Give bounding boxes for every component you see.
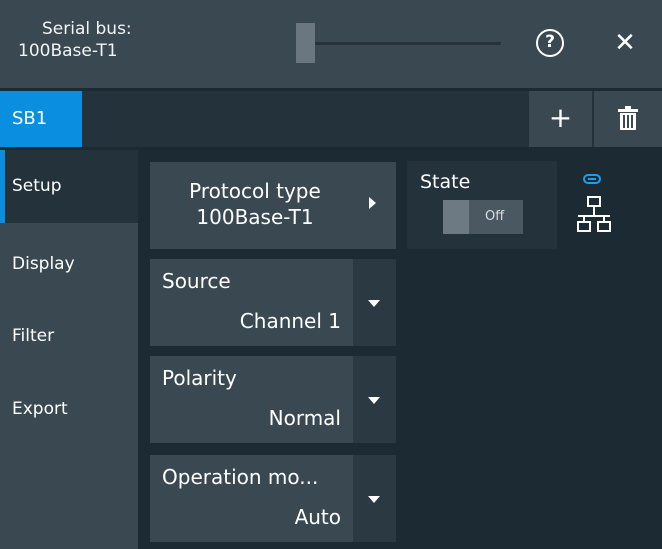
chevron-down-icon xyxy=(368,299,380,307)
sidebar-item-setup[interactable]: Setup xyxy=(0,150,138,223)
source-label: Source xyxy=(162,269,231,293)
polarity-value: Normal xyxy=(268,406,341,430)
add-tab-button[interactable]: + xyxy=(529,91,592,147)
network-icon xyxy=(577,196,611,232)
sidebar-item-export[interactable]: Export xyxy=(0,373,138,446)
dialog-title: Serial bus: 100Base-T1 xyxy=(18,18,178,62)
state-label: State xyxy=(420,171,471,193)
transparency-slider-track[interactable] xyxy=(296,42,501,45)
tab-sb1[interactable]: SB1 xyxy=(0,91,82,147)
polarity-label: Polarity xyxy=(162,366,237,390)
state-toggle-value: Off xyxy=(485,209,505,224)
polarity-dropdown[interactable]: Polarity Normal xyxy=(150,356,396,443)
state-control: State Off xyxy=(407,161,557,249)
plus-icon: + xyxy=(548,101,573,134)
link-icon xyxy=(583,174,601,184)
chevron-down-icon xyxy=(368,495,380,503)
state-toggle[interactable]: Off xyxy=(443,200,523,234)
protocol-type-button[interactable]: Protocol type 100Base-T1 xyxy=(150,162,396,249)
transparency-slider-handle[interactable] xyxy=(296,23,315,63)
dialog-title-line1: Serial bus: xyxy=(42,19,132,39)
chevron-down-icon xyxy=(368,396,380,404)
close-icon[interactable]: ✕ xyxy=(610,26,640,60)
delete-tab-button[interactable] xyxy=(594,91,662,147)
source-dropdown[interactable]: Source Channel 1 xyxy=(150,259,396,346)
chevron-right-icon xyxy=(369,197,376,209)
sidebar-item-display[interactable]: Display xyxy=(0,228,138,301)
sidebar-active-indicator xyxy=(0,150,5,223)
source-dropdown-toggle[interactable] xyxy=(353,259,396,346)
operation-mode-dropdown-toggle[interactable] xyxy=(353,455,396,542)
polarity-dropdown-toggle[interactable] xyxy=(353,356,396,443)
question-circle-icon[interactable]: ? xyxy=(536,29,564,57)
operation-mode-label: Operation mo... xyxy=(162,465,319,489)
dialog-title-line2: 100Base-T1 xyxy=(18,41,118,61)
operation-mode-value: Auto xyxy=(294,505,341,529)
protocol-type-label: Protocol type xyxy=(189,179,321,203)
protocol-type-value: 100Base-T1 xyxy=(196,205,314,229)
sidebar-item-filter[interactable]: Filter xyxy=(0,300,138,373)
trash-icon xyxy=(618,106,638,130)
source-value: Channel 1 xyxy=(239,309,341,333)
state-toggle-knob xyxy=(443,200,469,234)
operation-mode-dropdown[interactable]: Operation mo... Auto xyxy=(150,455,396,542)
